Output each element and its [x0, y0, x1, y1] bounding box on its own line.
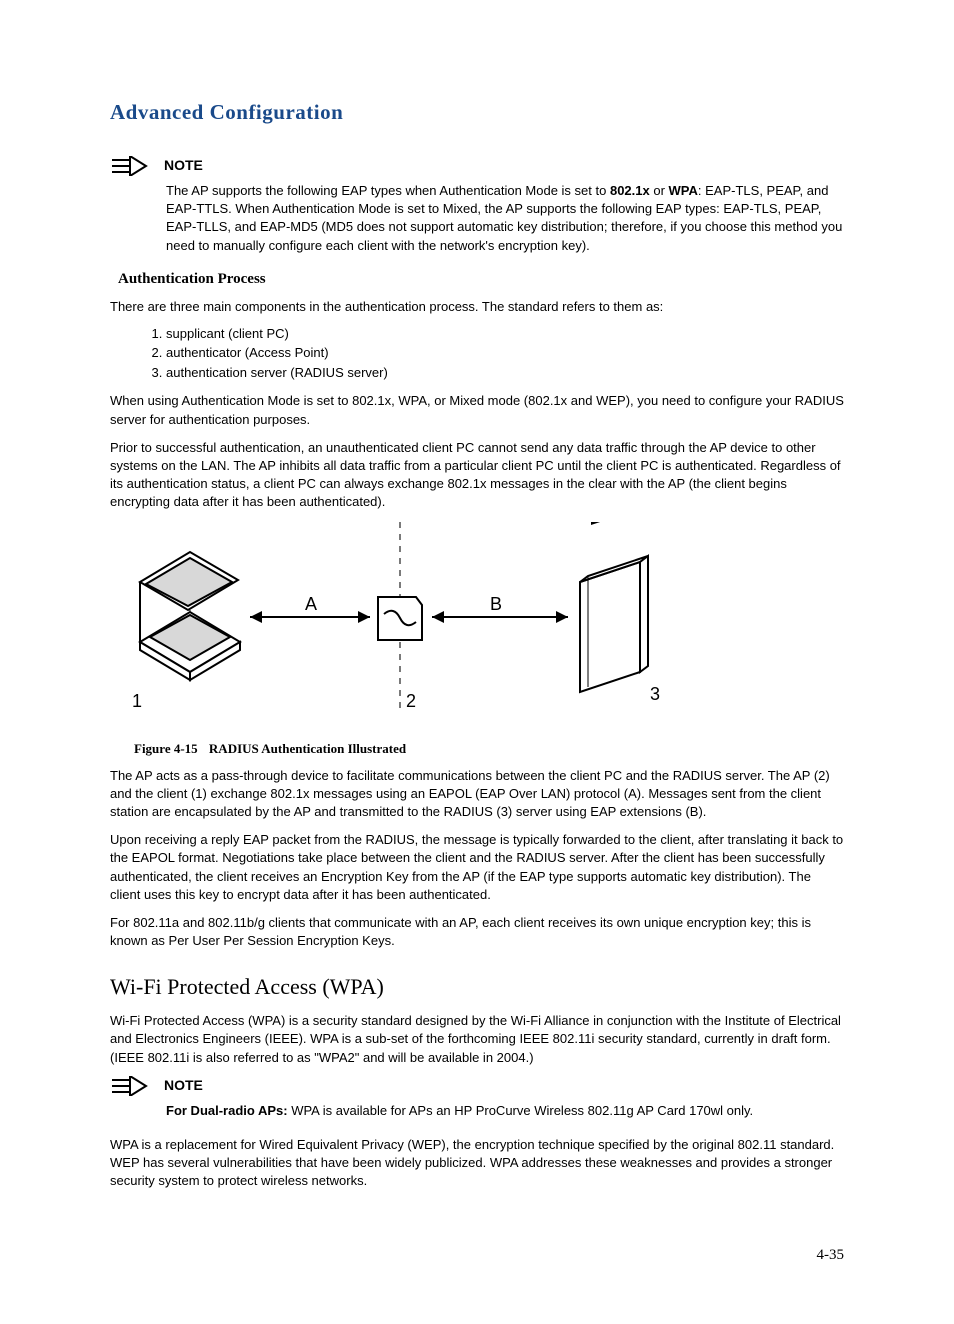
component-list: supplicant (client PC) authenticator (Ac… — [146, 324, 844, 383]
section-title: Advanced Configuration — [110, 100, 844, 125]
paragraph: Prior to successful authentication, an u… — [110, 439, 844, 512]
figure-number: Figure 4-15 — [134, 741, 198, 756]
note-body: For Dual-radio APs: WPA is available for… — [166, 1102, 844, 1120]
list-item: authenticator (Access Point) — [166, 343, 844, 363]
page-number: 4-35 — [110, 1247, 844, 1264]
paragraph: For 802.11a and 802.11b/g clients that c… — [110, 914, 844, 950]
figure-title: RADIUS Authentication Illustrated — [209, 741, 406, 756]
figure-radius-auth: A B 1 2 3 — [120, 522, 844, 727]
note-block: NOTE — [110, 1075, 844, 1096]
heading-wpa: Wi-Fi Protected Access (WPA) — [110, 974, 844, 1000]
list-item: supplicant (client PC) — [166, 324, 844, 344]
figure-caption: Figure 4-15 RADIUS Authentication Illust… — [134, 741, 844, 757]
text-bold: 802.1x — [610, 183, 650, 198]
note-arrow-icon — [110, 1076, 148, 1096]
figure-label-3: 3 — [650, 684, 660, 704]
text: The AP supports the following EAP types … — [166, 183, 610, 198]
note-block: NOTE — [110, 155, 844, 176]
paragraph: There are three main components in the a… — [110, 298, 844, 316]
paragraph: When using Authentication Mode is set to… — [110, 392, 844, 428]
list-item: authentication server (RADIUS server) — [166, 363, 844, 383]
paragraph: The AP acts as a pass-through device to … — [110, 767, 844, 822]
subheading-auth-process: Authentication Process — [118, 271, 844, 288]
paragraph: WPA is a replacement for Wired Equivalen… — [110, 1136, 844, 1191]
figure-label-2: 2 — [406, 691, 416, 711]
note-arrow-icon — [110, 156, 148, 176]
text-bold: For Dual-radio APs: — [166, 1103, 288, 1118]
text: WPA is available for APs an HP ProCurve … — [288, 1103, 754, 1118]
note-label: NOTE — [164, 155, 203, 176]
figure-label-b: B — [490, 594, 502, 614]
paragraph: Upon receiving a reply EAP packet from t… — [110, 831, 844, 904]
paragraph: Wi-Fi Protected Access (WPA) is a securi… — [110, 1012, 844, 1067]
text-bold: WPA — [669, 183, 698, 198]
figure-label-1: 1 — [132, 691, 142, 711]
note-body: The AP supports the following EAP types … — [166, 182, 844, 255]
figure-label-a: A — [305, 594, 317, 614]
text: or — [650, 183, 669, 198]
note-label: NOTE — [164, 1075, 203, 1096]
